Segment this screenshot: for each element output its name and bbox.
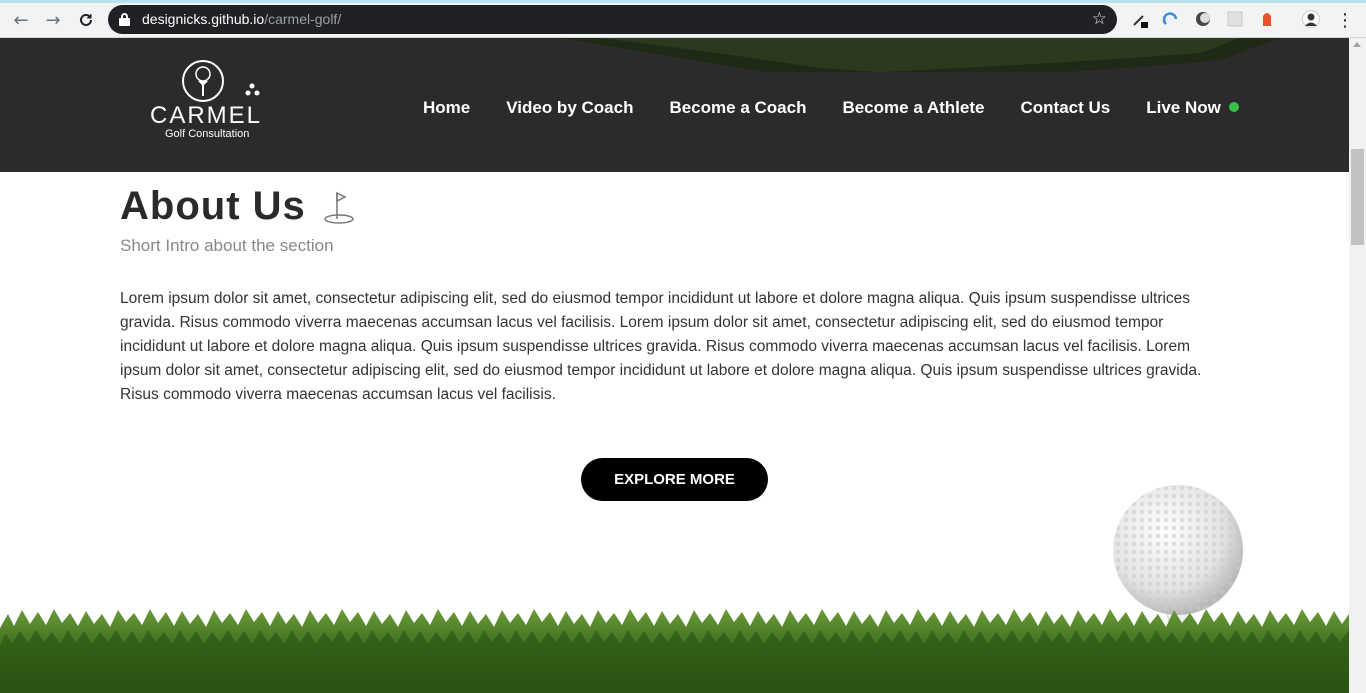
golf-flag-icon [324,191,354,224]
url-path: /carmel-golf/ [264,11,342,27]
reload-icon[interactable] [75,9,97,31]
url-text: designicks.github.io/carmel-golf/ [142,11,341,28]
about-title: About Us [120,184,306,228]
nav-contact-us[interactable]: Contact Us [1020,98,1110,120]
site-logo[interactable]: CARMEL Golf Consultation [148,60,272,144]
lock-icon [119,13,130,26]
address-bar[interactable]: designicks.github.io/carmel-golf/ ☆ [108,5,1117,34]
explore-more-button[interactable]: EXPLORE MORE [581,458,768,501]
blue-swirl-extension-icon[interactable] [1162,10,1180,28]
avatar[interactable] [1302,10,1320,28]
page-scrollbar[interactable] [1349,38,1366,693]
about-body-text: Lorem ipsum dolor sit amet, consectetur … [120,290,1202,403]
nav-become-a-coach[interactable]: Become a Coach [669,98,806,120]
tab-strip-edge [0,0,1366,3]
browser-toolbar: ← → designicks.github.io/carmel-golf/ ☆ … [0,0,1366,38]
about-intro: Short Intro about the section [120,236,334,255]
grid-extension-icon[interactable] [1226,10,1244,28]
golf-tee-logo-icon [182,60,260,102]
main-navigation: Home Video by Coach Become a Coach Becom… [423,98,1239,120]
scrollbar-thumb[interactable] [1351,149,1364,245]
menu-dots-icon[interactable]: ⋮ [1334,9,1356,31]
grass-footer-image [0,609,1349,693]
back-arrow-icon[interactable]: ← [10,9,32,31]
nav-become-a-athlete[interactable]: Become a Athlete [842,98,984,120]
scroll-up-arrow-icon[interactable] [1353,42,1361,47]
site-header: CARMEL Golf Consultation Home Video by C… [0,38,1349,172]
nav-live-now-label: Live Now [1146,98,1221,117]
logo-tagline: Golf Consultation [165,128,250,140]
nav-home[interactable]: Home [423,98,470,120]
eyedropper-extension-icon[interactable] [1131,10,1149,28]
url-host: designicks.github.io [142,11,265,27]
about-heading-row: About Us [120,184,1230,229]
nav-video-by-coach[interactable]: Video by Coach [506,98,633,120]
nav-live-now[interactable]: Live Now [1146,98,1239,120]
star-icon[interactable]: ☆ [1092,9,1107,29]
forward-arrow-icon[interactable]: → [42,9,64,31]
orange-extension-icon[interactable] [1258,10,1276,28]
logo-wordmark: CARMEL [150,102,263,129]
dark-mode-extension-icon[interactable] [1194,10,1212,28]
live-status-dot [1228,102,1239,112]
